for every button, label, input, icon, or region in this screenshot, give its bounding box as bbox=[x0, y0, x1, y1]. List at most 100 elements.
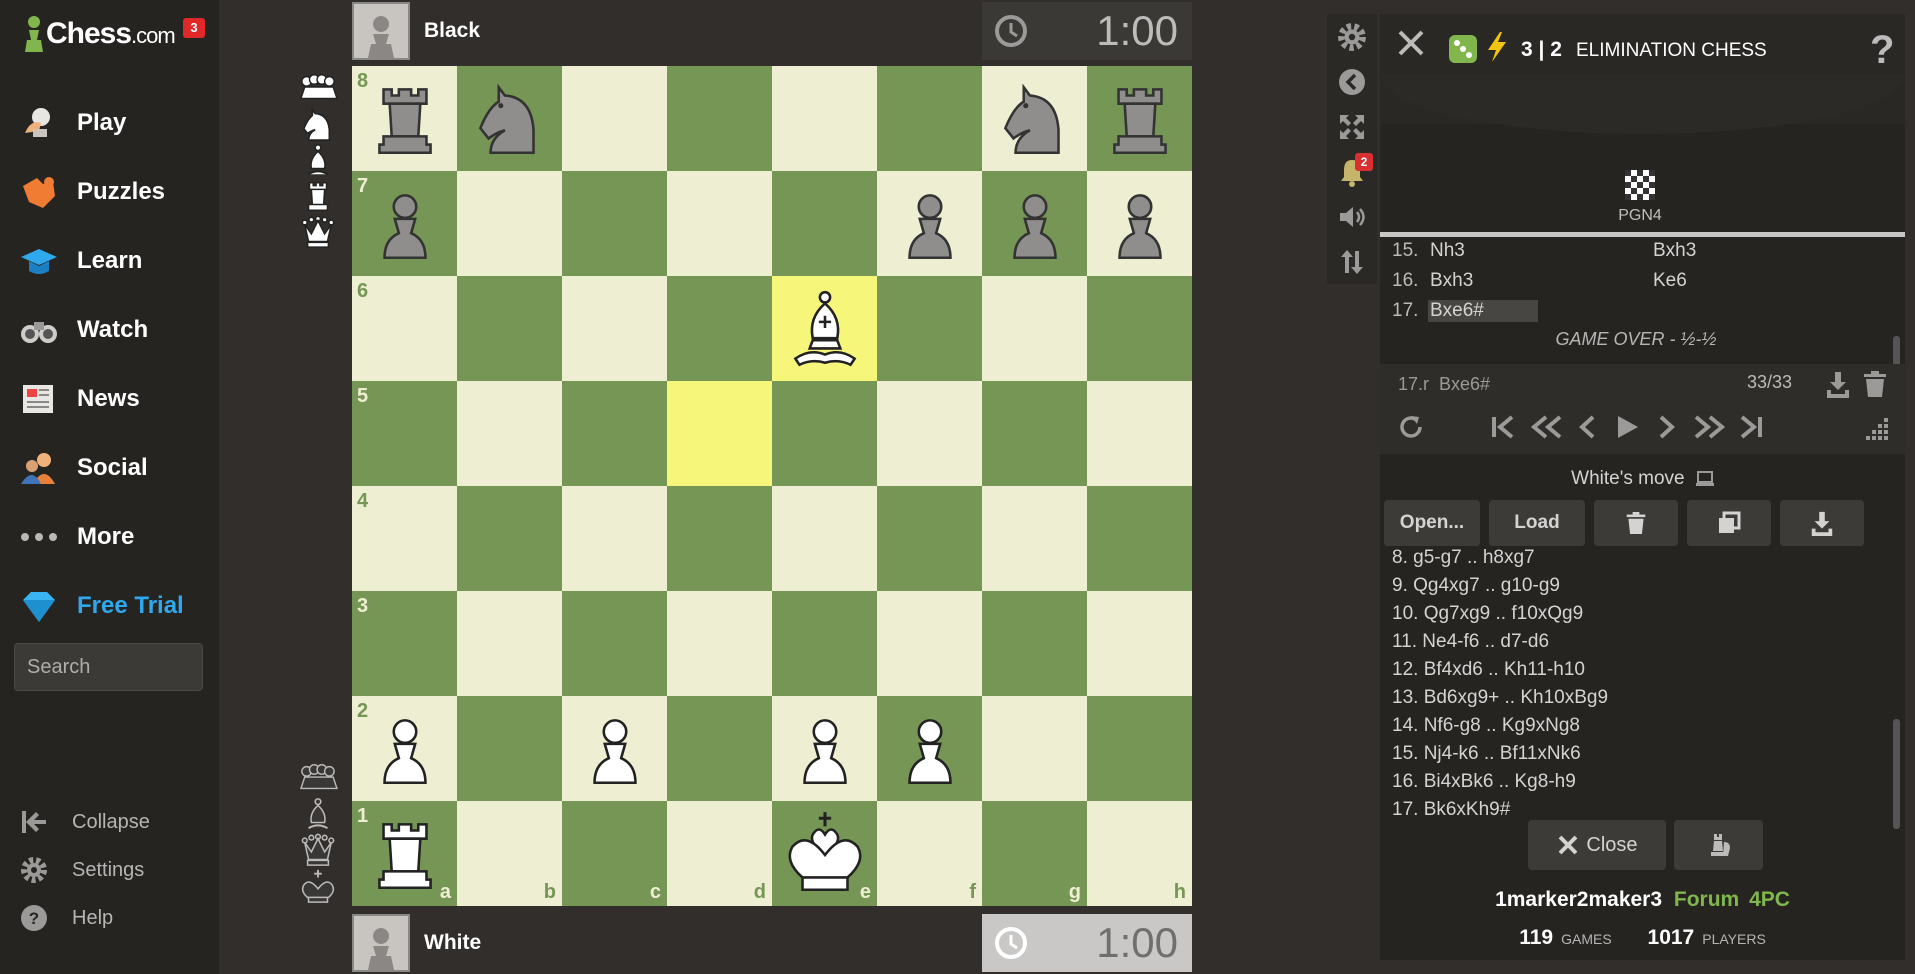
load-button[interactable]: Load bbox=[1489, 500, 1585, 546]
square-h4[interactable] bbox=[1087, 486, 1192, 591]
square-b1[interactable]: b bbox=[457, 801, 562, 906]
forum-link[interactable]: Forum bbox=[1674, 888, 1739, 911]
list-item[interactable]: 15. Nj4-k6 .. Bf11xNk6 bbox=[1392, 740, 1882, 768]
square-h2[interactable] bbox=[1087, 696, 1192, 801]
tab-pgn4[interactable]: PGN4 bbox=[1590, 170, 1690, 225]
square-f8[interactable] bbox=[877, 66, 982, 171]
square-a4[interactable]: 4 bbox=[352, 486, 457, 591]
creator-name[interactable]: 1marker2maker3 bbox=[1495, 888, 1662, 911]
black-knight-icon[interactable] bbox=[989, 73, 1081, 165]
fast-forward-icon[interactable] bbox=[1692, 412, 1726, 442]
collapse-button[interactable]: Collapse bbox=[20, 798, 150, 846]
square-e2[interactable] bbox=[772, 696, 877, 801]
download-icon[interactable] bbox=[1824, 370, 1852, 398]
list-item[interactable]: 16. Bi4xBk6 .. Kg8-h9 bbox=[1392, 768, 1882, 796]
back-button[interactable] bbox=[1327, 59, 1377, 104]
forum-tag[interactable]: 4PC bbox=[1749, 888, 1790, 911]
square-f5[interactable] bbox=[877, 381, 982, 486]
square-e1[interactable]: e bbox=[772, 801, 877, 906]
white-rook-icon[interactable] bbox=[359, 808, 451, 900]
nav-watch[interactable]: Watch bbox=[0, 295, 219, 364]
bottom-player-name[interactable]: White bbox=[424, 931, 481, 955]
settings-button[interactable]: Settings bbox=[20, 846, 150, 894]
top-player-name[interactable]: Black bbox=[424, 19, 480, 43]
last-move-icon[interactable] bbox=[1736, 412, 1766, 442]
square-c7[interactable] bbox=[562, 171, 667, 276]
square-a2[interactable]: 2 bbox=[352, 696, 457, 801]
trash-icon[interactable] bbox=[1862, 370, 1888, 398]
chess-com-logo[interactable]: Chess.com bbox=[22, 14, 176, 54]
help-button[interactable]: ? Help bbox=[20, 894, 150, 942]
square-g7[interactable] bbox=[982, 171, 1087, 276]
list-item[interactable]: 10. Qg7xg9 .. f10xQg9 bbox=[1392, 600, 1882, 628]
square-d1[interactable]: d bbox=[667, 801, 772, 906]
square-e8[interactable] bbox=[772, 66, 877, 171]
nav-puzzles[interactable]: Puzzles bbox=[0, 157, 219, 226]
white-pawn-icon[interactable] bbox=[359, 703, 451, 795]
square-c5[interactable] bbox=[562, 381, 667, 486]
square-f4[interactable] bbox=[877, 486, 982, 591]
white-king-icon[interactable] bbox=[779, 808, 871, 900]
black-move[interactable]: Bxh3 bbox=[1653, 240, 1696, 262]
black-move[interactable]: Ke6 bbox=[1653, 270, 1687, 292]
black-pawn-icon[interactable] bbox=[359, 178, 451, 270]
black-pawn-icon[interactable] bbox=[884, 178, 976, 270]
avatar[interactable] bbox=[352, 2, 410, 60]
square-f1[interactable]: f bbox=[877, 801, 982, 906]
square-e5[interactable] bbox=[772, 381, 877, 486]
sound-button[interactable] bbox=[1327, 194, 1377, 239]
square-f3[interactable] bbox=[877, 591, 982, 696]
square-b4[interactable] bbox=[457, 486, 562, 591]
black-knight-icon[interactable] bbox=[464, 73, 556, 165]
copy-pgn-button[interactable] bbox=[1687, 500, 1771, 546]
nav-social[interactable]: Social bbox=[0, 433, 219, 502]
chess-board[interactable]: 87654321abcdefgh bbox=[352, 66, 1192, 906]
black-rook-icon[interactable] bbox=[359, 73, 451, 165]
square-c8[interactable] bbox=[562, 66, 667, 171]
list-item[interactable]: 8. g5-g7 .. h8xg7 bbox=[1392, 544, 1882, 572]
square-d2[interactable] bbox=[667, 696, 772, 801]
square-d8[interactable] bbox=[667, 66, 772, 171]
square-f2[interactable] bbox=[877, 696, 982, 801]
nav-more[interactable]: More bbox=[0, 502, 219, 571]
square-g5[interactable] bbox=[982, 381, 1087, 486]
flip-board-button[interactable] bbox=[1327, 239, 1377, 284]
previous-move-icon[interactable] bbox=[1576, 412, 1598, 442]
list-item[interactable]: 9. Qg4xg7 .. g10-g9 bbox=[1392, 572, 1882, 600]
white-pawn-icon[interactable] bbox=[569, 703, 661, 795]
help-question-icon[interactable]: ? bbox=[1870, 28, 1894, 73]
white-move[interactable]: Nh3 bbox=[1428, 240, 1653, 262]
square-g6[interactable] bbox=[982, 276, 1087, 381]
pgn4-scrollbar[interactable] bbox=[1893, 719, 1900, 829]
black-pawn-icon[interactable] bbox=[989, 178, 1081, 270]
square-a5[interactable]: 5 bbox=[352, 381, 457, 486]
square-h8[interactable] bbox=[1087, 66, 1192, 171]
square-h1[interactable]: h bbox=[1087, 801, 1192, 906]
white-pawn-icon[interactable] bbox=[884, 703, 976, 795]
rewind-icon[interactable] bbox=[1530, 412, 1564, 442]
black-pawn-icon[interactable] bbox=[1094, 178, 1186, 270]
square-h7[interactable] bbox=[1087, 171, 1192, 276]
resize-handle-icon[interactable] bbox=[1864, 416, 1890, 442]
square-g1[interactable]: g bbox=[982, 801, 1087, 906]
close-icon[interactable] bbox=[1394, 26, 1428, 60]
square-g4[interactable] bbox=[982, 486, 1087, 591]
square-b2[interactable] bbox=[457, 696, 562, 801]
square-b7[interactable] bbox=[457, 171, 562, 276]
square-b8[interactable] bbox=[457, 66, 562, 171]
square-c4[interactable] bbox=[562, 486, 667, 591]
square-g3[interactable] bbox=[982, 591, 1087, 696]
square-d7[interactable] bbox=[667, 171, 772, 276]
first-move-icon[interactable] bbox=[1488, 412, 1518, 442]
square-f6[interactable] bbox=[877, 276, 982, 381]
square-b6[interactable] bbox=[457, 276, 562, 381]
reset-icon[interactable] bbox=[1396, 412, 1426, 442]
square-a7[interactable]: 7 bbox=[352, 171, 457, 276]
list-item[interactable]: 11. Ne4-f6 .. d7-d6 bbox=[1392, 628, 1882, 656]
square-c6[interactable] bbox=[562, 276, 667, 381]
nav-play[interactable]: Play bbox=[0, 88, 219, 157]
square-h3[interactable] bbox=[1087, 591, 1192, 696]
open-button[interactable]: Open... bbox=[1384, 500, 1480, 546]
square-a1[interactable]: 1a bbox=[352, 801, 457, 906]
square-d3[interactable] bbox=[667, 591, 772, 696]
